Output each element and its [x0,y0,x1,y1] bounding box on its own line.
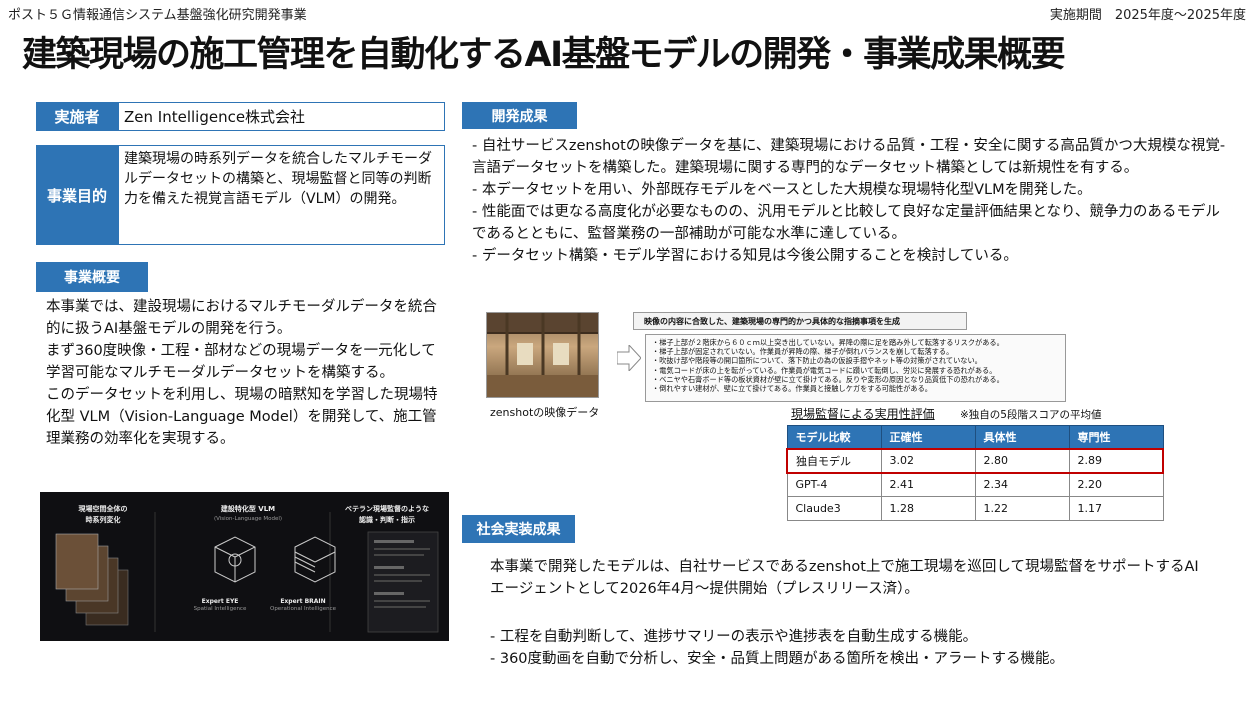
expert-eye-icon [214,536,256,583]
instructions-panel: 映像の内容に合致した、建築現場の専門的かつ具体的な指摘事項を生成 ・梯子上部が２… [633,312,1066,402]
overview-paragraph: 本事業では、建設現場におけるマルチモーダルデータを統合的に扱うAI基盤モデルの開… [46,299,437,337]
overview-text: 本事業では、建設現場におけるマルチモーダルデータを統合的に扱うAI基盤モデルの開… [46,296,446,450]
overview-paragraph: まず360度映像・工程・部材などの現場データを一元化して学習可能なマルチモーダル… [46,343,436,381]
table-cell: 1.22 [974,496,1070,521]
instructions-header: 映像の内容に合致した、建築現場の専門的かつ具体的な指摘事項を生成 [633,312,967,330]
table-row: Claude3 1.28 1.22 1.17 [786,496,1164,521]
overview-label: 事業概要 [36,262,148,292]
instruction-item: ・ベニヤや石膏ボード等の板状資材が壁に立て掛けてある。反りや変形の原因となり品質… [652,374,1004,384]
timeline-frames-icon [55,533,129,626]
table-cell: 1.17 [1068,496,1164,521]
results-list: - 自社サービスzenshotの映像データを基に、建築現場における品質・工程・安… [472,135,1232,267]
construction-interior-icon [487,313,598,397]
table-cell: 3.02 [880,447,976,474]
social-list: - 工程を自動判断して、進捗サマリーの表示や進捗表を自動生成する機能。 - 36… [490,626,1210,670]
instruction-item: ・梯子上部が２階床から６０ｃｍ以上突き出していない。昇降の際に足を踏み外して転落… [652,338,1004,347]
table-cell: GPT-4 [786,472,882,497]
workflow-graphics [55,512,439,633]
page-title: 建築現場の施工管理を自動化するAI基盤モデルの開発・事業成果概要 [22,35,1066,75]
instructions-list: ・梯子上部が２階床から６０ｃｍ以上突き出していない。昇降の際に足を踏み外して転落… [645,334,1066,402]
instruction-card-icon [367,531,439,633]
table-cell: 2.41 [880,472,976,497]
evaluation-title: 現場監督による実用性評価 [791,407,935,421]
overview-paragraph: このデータセットを利用し、現場の暗黙知を学習した現場特化型 VLM（Vision… [46,387,438,447]
social-item: - 工程を自動判断して、進捗サマリーの表示や進捗表を自動生成する機能。 [490,629,978,645]
column-header: 専門性 [1068,425,1164,449]
table-header-row: モデル比較 正確性 具体性 専門性 [786,425,1164,449]
instruction-item: ・吹抜け部や階段等の開口箇所について、落下防止の為の仮設手摺やネット等の対策がさ… [652,356,982,366]
workflow-figure: 現場空間全体の 時系列変化 建設特化型 VLM (Vision-Language… [40,492,449,641]
instruction-item: ・倒れやすい建材が、壁に立て掛けてある。作業員と接触しケガをする可能性がある。 [652,384,932,394]
photo-caption: zenshotの映像データ [490,406,600,419]
implementation-period: 実施期間 2025年度～2025年度 [1049,8,1246,23]
implementer-label: 実施者 [36,102,118,131]
expert-brain-sub: Operational Intelligence [269,606,337,612]
table-cell: 1.28 [880,496,976,521]
table-cell: 2.34 [974,472,1070,497]
result-item: - 自社サービスzenshotの映像データを基に、建築現場における品質・工程・安… [472,138,1226,176]
purpose-value: 建築現場の時系列データを統合したマルチモーダルデータセットの構築と、現場監督と同… [118,145,445,245]
column-header: 正確性 [880,425,976,449]
social-label: 社会実装成果 [462,515,575,543]
result-item: - 本データセットを用い、外部既存モデルをベースとした大規模な現場特化型VLMを… [472,182,1092,198]
expert-brain-icon [294,536,336,583]
result-item: - データセット構築・モデル学習における知見は今後公開することを検討している。 [472,248,1018,264]
result-item: - 性能面では更なる高度化が必要なものの、汎用モデルと比較して良好な定量評価結果… [472,204,1220,242]
program-name: ポスト５Ｇ情報通信システム基盤強化研究開発事業 [8,8,307,23]
table-cell: 2.80 [974,447,1070,474]
evaluation-note: ※独自の5段階スコアの平均値 [960,409,1102,421]
table-cell: 2.20 [1068,472,1164,497]
table-row: 独自モデル 3.02 2.80 2.89 [786,447,1164,474]
table-row: GPT-4 2.41 2.34 2.20 [786,472,1164,497]
table-cell: Claude3 [786,496,882,521]
evaluation-table: モデル比較 正確性 具体性 専門性 独自モデル 3.02 2.80 2.89 G… [786,425,1164,521]
table-cell: 2.89 [1068,447,1164,474]
column-header: モデル比較 [786,425,882,449]
instruction-item: ・電気コードが床の上を転がっている。作業員が電気コードに躓いて転倒し、労災に発展… [652,365,997,375]
column-header: 具体性 [974,425,1070,449]
social-item: - 360度動画を自動で分析し、安全・品質上問題がある箇所を検出・アラートする機… [490,651,1065,667]
site-photo [486,312,599,398]
purpose-label: 事業目的 [36,145,118,245]
results-label: 開発成果 [462,102,577,129]
implementer-value: Zen Intelligence株式会社 [118,102,445,131]
table-cell: 独自モデル [786,447,882,474]
social-text: 本事業で開発したモデルは、自社サービスであるzenshot上で施工現場を巡回して… [490,559,1199,597]
instruction-item: ・梯子上部が固定されていない。作業員が昇降の際、梯子が倒れバランスを崩して転落す… [652,347,954,357]
expert-eye-sub: Spatial Intelligence [193,606,247,612]
